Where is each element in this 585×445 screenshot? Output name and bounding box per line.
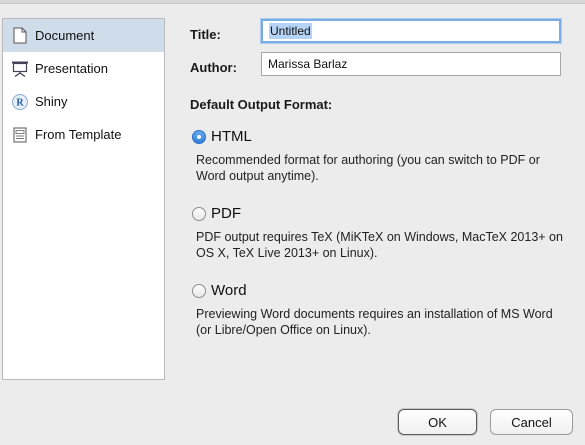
format-option-html[interactable]: HTML xyxy=(192,128,252,145)
cancel-button[interactable]: Cancel xyxy=(490,409,573,435)
sidebar-item-label: From Template xyxy=(35,127,122,142)
document-icon xyxy=(11,27,29,45)
format-option-description: Recommended format for authoring (you ca… xyxy=(196,153,540,183)
svg-text:R: R xyxy=(16,97,24,108)
ok-button[interactable]: OK xyxy=(398,409,477,435)
sidebar-item-shiny[interactable]: R Shiny xyxy=(3,85,164,118)
sidebar-item-from-template[interactable]: From Template xyxy=(3,118,164,151)
format-option-description: PDF output requires TeX (MiKTeX on Windo… xyxy=(196,230,563,260)
title-label: Title: xyxy=(190,27,221,42)
format-option-label: Word xyxy=(211,282,247,299)
window-top-edge xyxy=(0,0,585,4)
title-input-value: Untitled xyxy=(269,23,312,39)
presentation-icon xyxy=(11,60,29,78)
radio-html[interactable] xyxy=(192,129,206,144)
sidebar-item-document[interactable]: Document xyxy=(3,19,164,52)
radio-word[interactable] xyxy=(192,283,206,298)
author-input-value: Marissa Barlaz xyxy=(268,57,348,71)
format-option-pdf[interactable]: PDF xyxy=(192,205,241,222)
sidebar-item-label: Shiny xyxy=(35,94,68,109)
format-option-label: HTML xyxy=(211,128,252,145)
sidebar-item-presentation[interactable]: Presentation xyxy=(3,52,164,85)
format-option-word[interactable]: Word xyxy=(192,282,247,299)
sidebar-item-label: Document xyxy=(35,28,95,43)
template-icon xyxy=(11,126,29,144)
format-option-label: PDF xyxy=(211,205,241,222)
sidebar-item-label: Presentation xyxy=(35,61,108,76)
format-option-description: Previewing Word documents requires an in… xyxy=(196,307,553,337)
shiny-r-icon: R xyxy=(11,93,29,111)
output-format-heading: Default Output Format: xyxy=(190,97,333,112)
author-input[interactable]: Marissa Barlaz xyxy=(261,52,561,76)
title-input[interactable]: Untitled xyxy=(261,19,561,43)
author-label: Author: xyxy=(190,60,237,75)
document-type-sidebar: Document Presentation R Shiny From Templ… xyxy=(2,18,165,380)
radio-pdf[interactable] xyxy=(192,206,206,221)
